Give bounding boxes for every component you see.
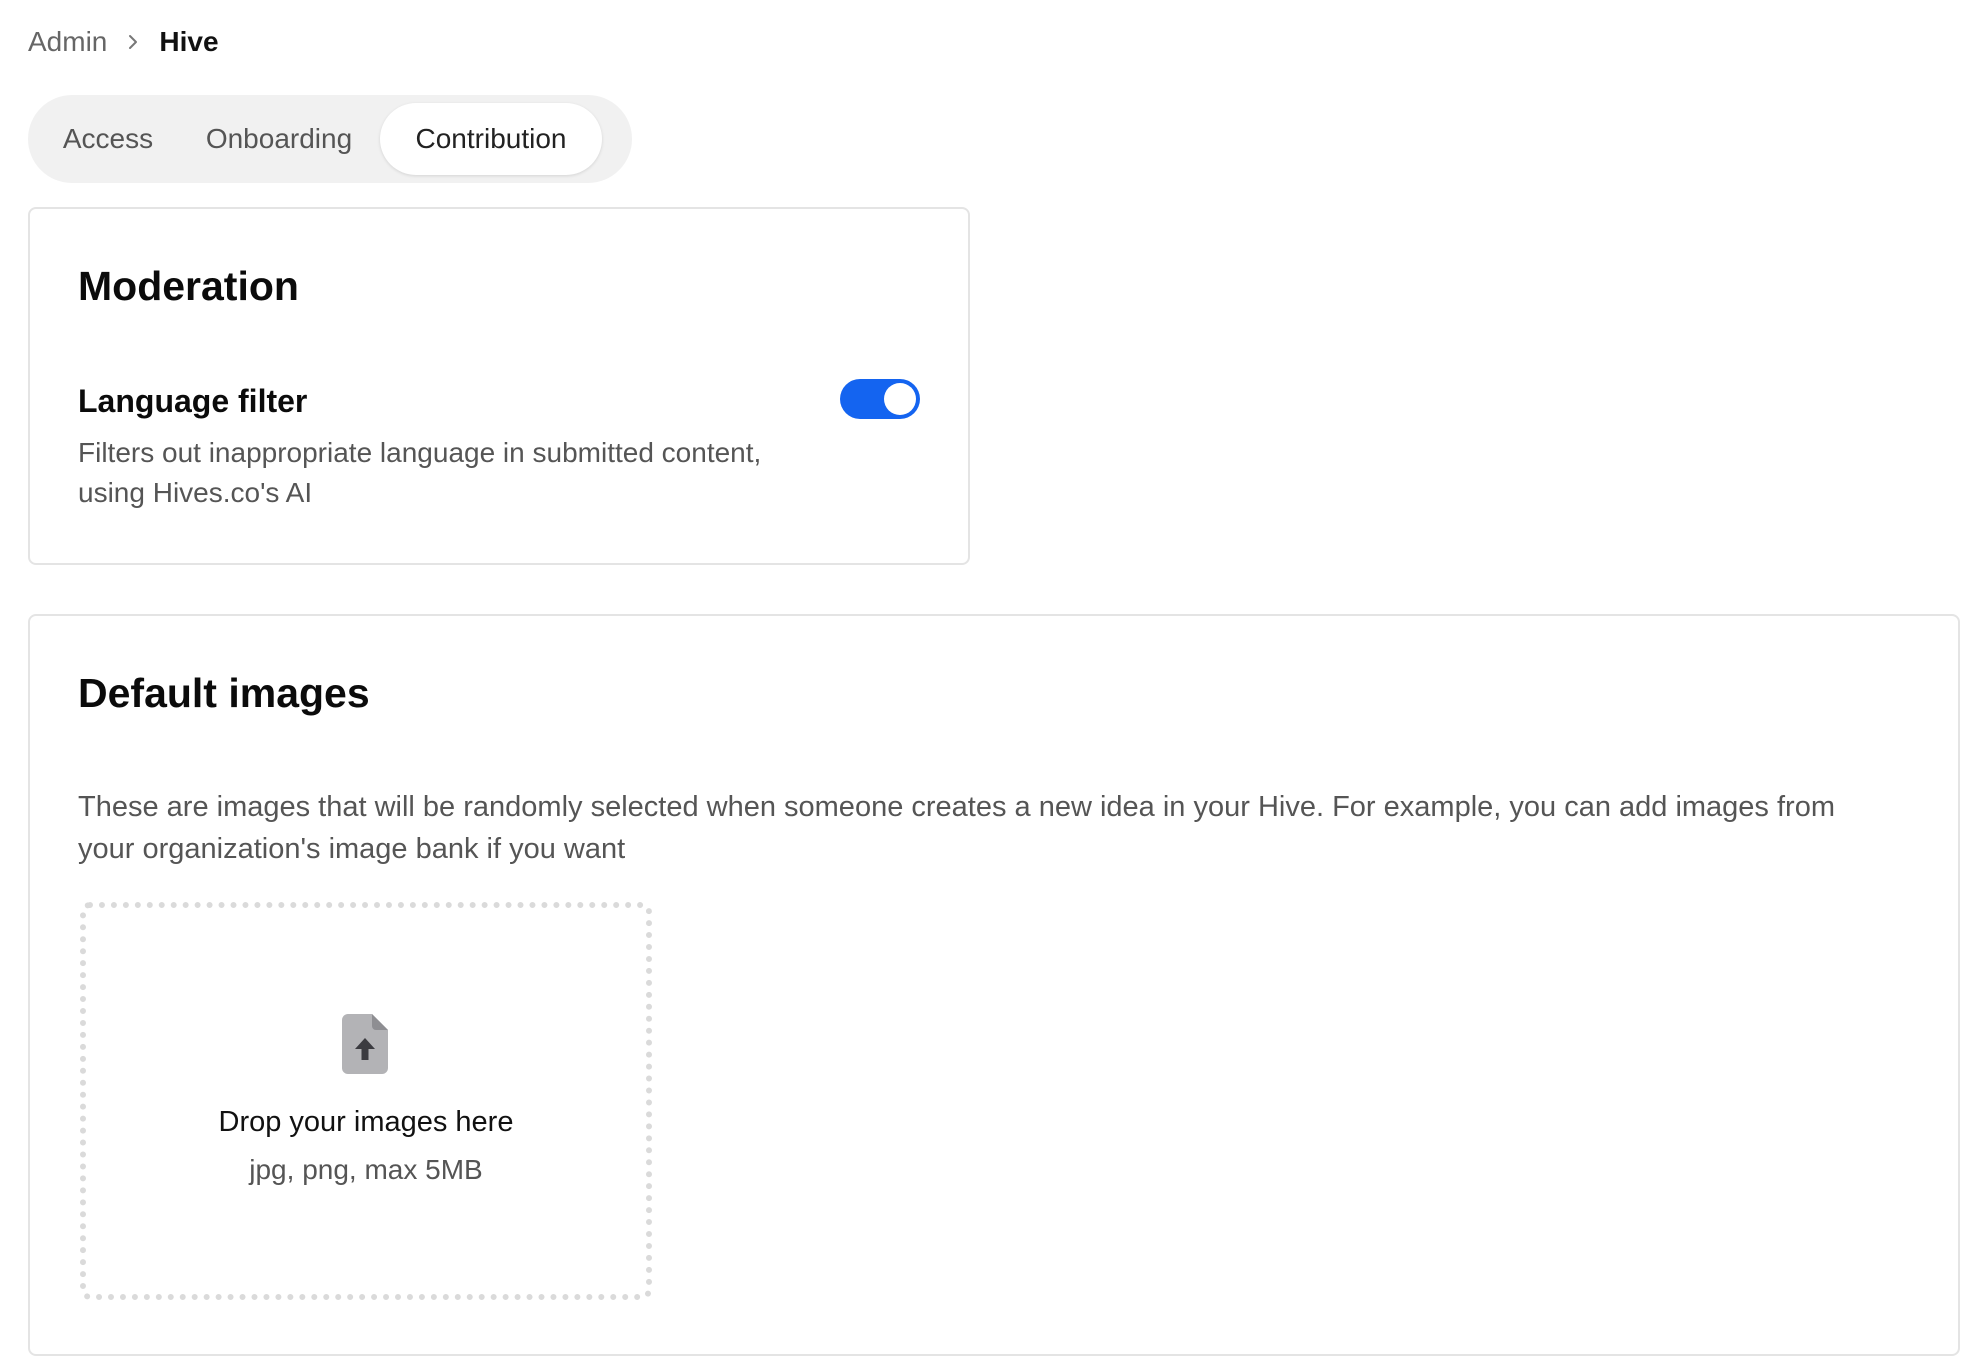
breadcrumb-current: Hive — [159, 26, 219, 57]
tab-contribution[interactable]: Contribution — [380, 103, 602, 175]
moderation-card: Moderation Language filter Filters out i… — [28, 207, 970, 565]
tab-bar: Access Onboarding Contribution — [28, 95, 632, 183]
default-images-title: Default images — [78, 670, 370, 716]
dropzone-title: Drop your images here — [218, 1106, 514, 1138]
language-filter-toggle[interactable] — [840, 379, 920, 419]
tab-onboarding[interactable]: Onboarding — [182, 103, 376, 175]
dropzone-subtitle: jpg, png, max 5MB — [249, 1154, 483, 1185]
image-dropzone[interactable]: Drop your images here jpg, png, max 5MB — [80, 902, 652, 1300]
chevron-right-icon — [107, 22, 159, 62]
default-images-card: Default images These are images that wil… — [28, 614, 1960, 1356]
tab-access[interactable]: Access — [34, 103, 182, 175]
moderation-title: Moderation — [78, 263, 299, 309]
language-filter-title: Language filter — [78, 383, 308, 419]
toggle-knob — [884, 383, 916, 415]
language-filter-description: Filters out inappropriate language in su… — [78, 437, 762, 508]
file-upload-icon — [342, 1014, 388, 1074]
breadcrumb-admin-link[interactable]: Admin — [28, 26, 107, 58]
breadcrumb: Admin Hive — [28, 22, 219, 62]
default-images-description: These are images that will be randomly s… — [78, 791, 1835, 865]
admin-hive-page: Admin Hive Access Onboarding Contributio… — [0, 0, 1972, 1372]
